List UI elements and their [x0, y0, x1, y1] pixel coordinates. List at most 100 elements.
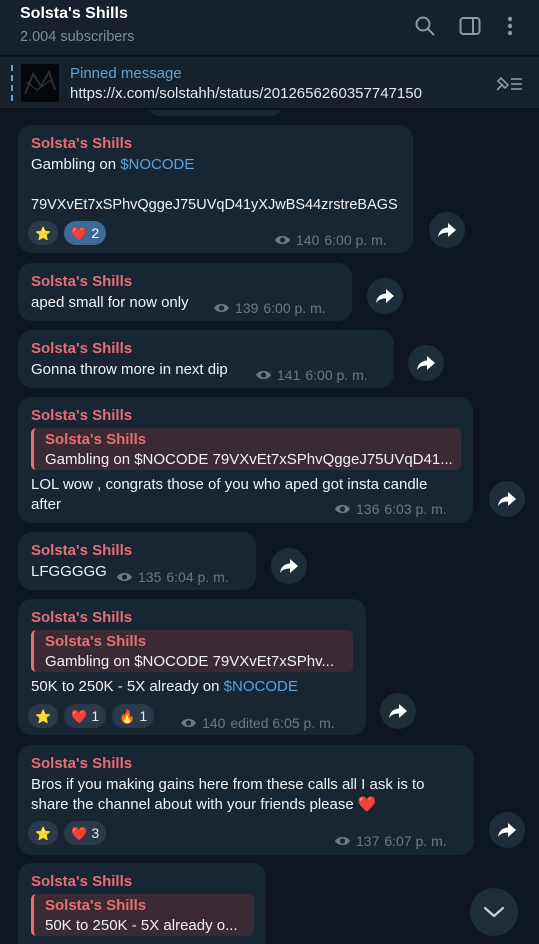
- message-bubble[interactable]: Solsta's Shills aped small for now only …: [18, 263, 352, 321]
- message-meta: 141 6:00 p. m.: [255, 367, 368, 383]
- message-meta: 140 edited 6:05 p. m.: [180, 715, 335, 731]
- message-feed[interactable]: Solsta's Shills Gambling on $NOCODE 79VX…: [0, 110, 539, 944]
- pinned-link[interactable]: https://x.com/solstahh/status/2012656260…: [70, 85, 422, 102]
- message-author[interactable]: Solsta's Shills: [31, 609, 132, 626]
- message-author[interactable]: Solsta's Shills: [31, 755, 132, 772]
- star-icon: ⭐: [35, 225, 52, 241]
- heart-icon: ❤️: [357, 796, 377, 813]
- share-icon: [280, 559, 298, 573]
- message-time: 6:00 p. m.: [263, 300, 326, 316]
- message-text-line2: share the channel about with your friend…: [31, 795, 377, 815]
- sidebar-icon[interactable]: [458, 14, 482, 38]
- share-button[interactable]: [380, 693, 416, 729]
- reaction-count: 3: [91, 825, 100, 841]
- fire-icon: 🔥: [119, 708, 136, 724]
- share-button[interactable]: [489, 812, 525, 848]
- message-author[interactable]: Solsta's Shills: [31, 340, 132, 357]
- views-icon: [181, 718, 196, 728]
- share-button[interactable]: [367, 278, 403, 314]
- message-time: 6:00 p. m.: [305, 367, 368, 383]
- reaction-star[interactable]: ⭐: [28, 704, 59, 728]
- message-text: aped small for now only: [31, 294, 189, 311]
- message-text-prefix: 50K to 250K - 5X already on: [31, 678, 224, 695]
- message-author[interactable]: Solsta's Shills: [31, 273, 132, 290]
- star-icon: ⭐: [35, 825, 52, 841]
- share-button[interactable]: [271, 548, 307, 584]
- view-count: 137: [356, 833, 380, 849]
- search-icon[interactable]: [413, 14, 437, 38]
- view-count: 140: [202, 715, 226, 731]
- ticker-link[interactable]: $NOCODE: [224, 678, 298, 695]
- share-button[interactable]: [408, 345, 444, 381]
- heart-icon: ❤️: [71, 825, 88, 841]
- message-time: edited 6:05 p. m.: [230, 715, 335, 731]
- reply-quote[interactable]: Solsta's Shills 50K to 250K - 5X already…: [31, 894, 254, 936]
- channel-header[interactable]: Solsta's Shills 2.004 subscribers: [0, 0, 539, 56]
- star-icon: ⭐: [35, 708, 52, 724]
- reply-quote[interactable]: Solsta's Shills Gambling on $NOCODE 79VX…: [31, 630, 353, 672]
- views-icon: [335, 504, 350, 514]
- reaction-star[interactable]: ⭐: [28, 821, 59, 845]
- share-icon: [498, 492, 516, 506]
- message-bubble[interactable]: Solsta's Shills Gonna throw more in next…: [18, 330, 394, 388]
- reply-text: Gambling on $NOCODE 79VXvEt7xSPhvQggeJ75…: [45, 451, 453, 468]
- pin-list-icon[interactable]: [494, 74, 524, 94]
- subscriber-count: 2.004 subscribers: [20, 29, 135, 45]
- message-bubble[interactable]: Solsta's Shills Bros if you making gains…: [18, 745, 474, 855]
- reaction-count: 1: [139, 708, 148, 724]
- reaction-heart[interactable]: ❤️ 2: [64, 221, 107, 245]
- view-count: 136: [356, 501, 380, 517]
- message-time: 6:03 p. m.: [384, 501, 447, 517]
- message-bubble[interactable]: Solsta's Shills Solsta's Shills 50K to 2…: [18, 863, 266, 944]
- reactions: ⭐ ❤️ 3: [28, 821, 107, 845]
- share-button[interactable]: [489, 481, 525, 517]
- views-icon: [335, 836, 350, 846]
- reply-author: Solsta's Shills: [45, 633, 147, 650]
- message-bubble[interactable]: Solsta's Shills LFGGGGG 135 6:04 p. m.: [18, 532, 256, 590]
- pinned-title: Pinned message: [70, 65, 182, 82]
- reply-text: Gambling on $NOCODE 79VXvEt7xSPhv...: [45, 653, 335, 670]
- message-author[interactable]: Solsta's Shills: [31, 542, 132, 559]
- share-icon: [417, 356, 435, 370]
- message-author[interactable]: Solsta's Shills: [31, 407, 132, 424]
- message-text: LFGGGGG: [31, 563, 107, 580]
- message-bubble[interactable]: Solsta's Shills Solsta's Shills Gambling…: [18, 599, 366, 735]
- views-icon: [275, 235, 290, 245]
- reaction-heart[interactable]: ❤️ 3: [64, 821, 107, 845]
- views-icon: [214, 303, 229, 313]
- share-button[interactable]: [429, 212, 465, 248]
- more-vertical-icon[interactable]: [498, 14, 522, 38]
- contract-address: 79VXvEt7xSPhvQggeJ75UVqD41yXJwBS44zrstre…: [31, 197, 398, 213]
- message-author[interactable]: Solsta's Shills: [31, 135, 132, 152]
- scroll-to-bottom-button[interactable]: [470, 888, 518, 936]
- reaction-star[interactable]: ⭐: [28, 221, 59, 245]
- message-meta: 139 6:00 p. m.: [213, 300, 326, 316]
- reactions: ⭐ ❤️ 1 🔥 1: [28, 704, 155, 728]
- view-count: 139: [235, 300, 259, 316]
- reply-author: Solsta's Shills: [45, 897, 147, 914]
- reaction-heart[interactable]: ❤️ 1: [64, 704, 107, 728]
- pinned-message-bar[interactable]: Pinned message https://x.com/solstahh/st…: [0, 57, 539, 109]
- message-text-line1: Bros if you making gains here from these…: [31, 776, 425, 793]
- message-bubble[interactable]: Solsta's Shills Gambling on $NOCODE 79VX…: [18, 125, 413, 253]
- reaction-fire[interactable]: 🔥 1: [112, 704, 155, 728]
- message-time: 6:07 p. m.: [384, 833, 447, 849]
- message-text: Gonna throw more in next dip: [31, 361, 228, 378]
- share-icon: [376, 289, 394, 303]
- message-meta: 135 6:04 p. m.: [116, 569, 229, 585]
- heart-icon: ❤️: [71, 225, 88, 241]
- share-icon: [389, 704, 407, 718]
- channel-title[interactable]: Solsta's Shills: [20, 5, 128, 23]
- message-text-line2-body: share the channel about with your friend…: [31, 796, 354, 813]
- message-text-prefix: Gambling on: [31, 156, 121, 173]
- view-count: 140: [296, 232, 320, 248]
- ticker-link[interactable]: $NOCODE: [120, 156, 194, 173]
- heart-icon: ❤️: [71, 708, 88, 724]
- view-count: 135: [138, 569, 162, 585]
- message-bubble[interactable]: Solsta's Shills Solsta's Shills Gambling…: [18, 397, 473, 523]
- message-text-line1: LOL wow , congrats those of you who aped…: [31, 476, 428, 493]
- reply-quote[interactable]: Solsta's Shills Gambling on $NOCODE 79VX…: [31, 428, 461, 470]
- message-text: Gambling on $NOCODE: [31, 155, 194, 175]
- message-author[interactable]: Solsta's Shills: [31, 873, 132, 890]
- reaction-count: 1: [91, 708, 100, 724]
